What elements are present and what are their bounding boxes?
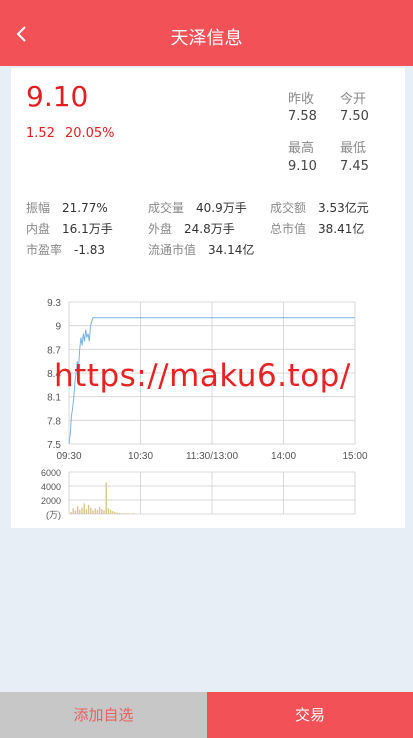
intraday-chart: 9.398.78.48.17.87.5 09:30 10:30 11:30/13:0… [41, 298, 368, 520]
volume-y-tick-label: 6000 [41, 468, 61, 478]
price-x-axis: 09:30 10:30 11:30/13:00 14:00 15:00 [56, 451, 367, 462]
volume-y-tick-label: (万) [46, 510, 61, 520]
price-x-tick-label: 14:00 [271, 451, 296, 462]
app-header: 天泽信息 [0, 0, 413, 66]
quote-card: 9.10 1.52 20.05% 昨收 7.58 今开 7.50 最高 9.10 … [11, 68, 405, 528]
price-x-tick-label: 09:30 [56, 451, 81, 462]
bottom-action-bar: 添加自选 交易 [0, 692, 413, 738]
price-x-tick-label: 10:30 [128, 451, 153, 462]
price-y-tick-label: 8.7 [47, 345, 61, 356]
price-y-tick-label: 8.1 [47, 393, 61, 404]
price-y-tick-label: 9.3 [47, 298, 61, 309]
volume-series [70, 482, 136, 514]
page-title: 天泽信息 [170, 28, 243, 49]
volume-grid [68, 471, 356, 515]
price-y-tick-label: 7.5 [47, 440, 61, 451]
volume-y-tick-label: 4000 [41, 482, 61, 492]
price-x-tick-label: 15:00 [342, 451, 367, 462]
price-y-tick-label: 9 [55, 322, 61, 333]
price-x-tick-label: 11:30/13:00 [186, 451, 239, 462]
volume-y-tick-label: 2000 [41, 496, 61, 506]
price-y-tick-label: 7.8 [47, 416, 61, 427]
watermark-url: https://maku6.top/ [54, 358, 351, 394]
trade-button[interactable]: 交易 [207, 692, 413, 738]
add-to-watchlist-button[interactable]: 添加自选 [0, 692, 207, 738]
volume-y-axis: 6000 4000 2000 (万) [41, 468, 61, 520]
